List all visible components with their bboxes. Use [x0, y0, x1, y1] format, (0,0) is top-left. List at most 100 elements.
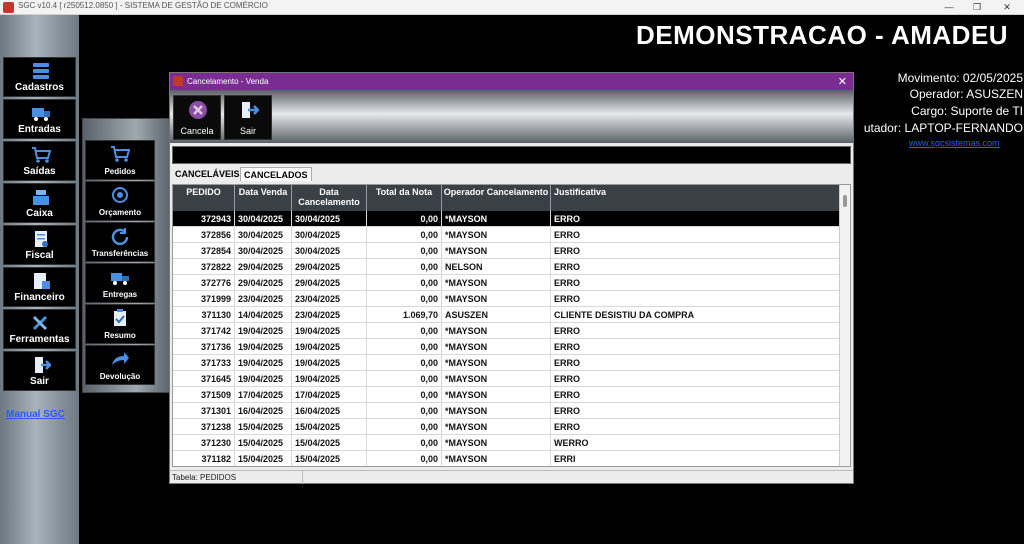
cell-operador: *MAYSON — [442, 419, 551, 435]
cell-pedido: 372822 — [173, 259, 235, 275]
cell-justificativa: ERRO — [551, 323, 840, 339]
manual-link[interactable]: Manual SGC — [6, 409, 65, 420]
cell-total: 0,00 — [367, 275, 442, 291]
dialog-close-button[interactable]: ✕ — [838, 75, 847, 88]
cell-data-cancelamento: 29/04/2025 — [292, 275, 367, 291]
finance-icon — [34, 273, 50, 289]
submenu-item-devolucao[interactable]: Devolução — [85, 345, 155, 385]
tab-cancelados[interactable]: CANCELADOS — [240, 167, 312, 181]
exit-door-icon — [242, 102, 259, 118]
table-row[interactable]: 371736 19/04/2025 19/04/2025 0,00 *MAYSON ERR… — [173, 339, 840, 355]
cell-justificativa: ERRO — [551, 243, 840, 259]
column-header-pedido[interactable]: PEDIDO — [173, 185, 235, 211]
table-row[interactable]: 372856 30/04/2025 30/04/2025 0,00 *MAYSON ERR… — [173, 227, 840, 243]
refresh-icon — [111, 228, 129, 245]
cell-justificativa: ERRO — [551, 339, 840, 355]
cell-data-venda: 15/04/2025 — [235, 451, 292, 466]
submenu-item-resumo[interactable]: Resumo — [85, 304, 155, 344]
sidebar-item-financeiro[interactable]: Financeiro — [3, 267, 76, 307]
table-row[interactable]: 371645 19/04/2025 19/04/2025 0,00 *MAYSON ERR… — [173, 371, 840, 387]
sidebar-item-ferramentas[interactable]: Ferramentas — [3, 309, 76, 349]
submenu-item-pedidos[interactable]: Pedidos — [85, 140, 155, 180]
table-row[interactable]: 372822 29/04/2025 29/04/2025 0,00 NELSON ERRO — [173, 259, 840, 275]
cell-operador: NELSON — [442, 259, 551, 275]
movimento-date: Movimento: 02/05/2025 — [897, 71, 1023, 85]
cancelled-orders-table: PEDIDO Data Venda Data Cancelamento Tota… — [172, 184, 851, 467]
sidebar-item-entradas[interactable]: Entradas — [3, 99, 76, 139]
cell-pedido: 371130 — [173, 307, 235, 323]
column-header-data-cancelamento[interactable]: Data Cancelamento — [292, 185, 367, 211]
table-row[interactable]: 371742 19/04/2025 19/04/2025 0,00 *MAYSON ERR… — [173, 323, 840, 339]
sidebar-item-sair[interactable]: Sair — [3, 351, 76, 391]
cell-data-venda: 19/04/2025 — [235, 371, 292, 387]
cell-pedido: 371238 — [173, 419, 235, 435]
sidebar-item-fiscal[interactable]: Fiscal — [3, 225, 76, 265]
cell-pedido: 372943 — [173, 211, 235, 227]
table-row[interactable]: 371230 15/04/2025 15/04/2025 0,00 *MAYSON WER… — [173, 435, 840, 451]
vertical-scrollbar[interactable] — [839, 185, 850, 466]
sidebar-item-label: Cadastros — [15, 82, 64, 93]
cell-operador: *MAYSON — [442, 211, 551, 227]
dialog-statusbar: Tabela: PEDIDOS — [170, 470, 853, 484]
table-row[interactable]: 371509 17/04/2025 17/04/2025 0,00 *MAYSON ERR… — [173, 387, 840, 403]
column-header-data-venda[interactable]: Data Venda — [235, 185, 292, 211]
table-row[interactable]: 371733 19/04/2025 19/04/2025 0,00 *MAYSON ERR… — [173, 355, 840, 371]
table-row[interactable]: 372854 30/04/2025 30/04/2025 0,00 *MAYSON ERR… — [173, 243, 840, 259]
sidebar-item-saidas[interactable]: Saídas — [3, 141, 76, 181]
submenu-item-entregas[interactable]: Entregas — [85, 263, 155, 303]
exit-dialog-button[interactable]: Sair — [224, 95, 272, 140]
cell-pedido: 371736 — [173, 339, 235, 355]
cell-total: 0,00 — [367, 227, 442, 243]
cell-total: 0,00 — [367, 451, 442, 466]
cell-data-cancelamento: 30/04/2025 — [292, 243, 367, 259]
cell-data-cancelamento: 23/04/2025 — [292, 291, 367, 307]
table-row[interactable]: 372776 29/04/2025 29/04/2025 0,00 *MAYSON ERR… — [173, 275, 840, 291]
window-titlebar: SGC v10.4 [ r250512.0850 ] - SISTEMA DE … — [0, 0, 1024, 15]
website-link[interactable]: www.sgcsistemas.com — [909, 138, 1000, 148]
cart-icon — [111, 146, 130, 162]
target-icon — [112, 187, 128, 203]
submenu-item-orcamento[interactable]: Orçamento — [85, 181, 155, 221]
cell-total: 0,00 — [367, 355, 442, 371]
cell-data-cancelamento: 29/04/2025 — [292, 259, 367, 275]
cell-data-cancelamento: 17/04/2025 — [292, 387, 367, 403]
cell-pedido: 371301 — [173, 403, 235, 419]
cell-pedido: 371742 — [173, 323, 235, 339]
cell-total: 0,00 — [367, 403, 442, 419]
exit-dialog-label: Sair — [239, 126, 256, 136]
cell-data-cancelamento: 30/04/2025 — [292, 227, 367, 243]
table-row[interactable]: 371130 14/04/2025 23/04/2025 1.069,70 ASUSZE… — [173, 307, 840, 323]
cell-total: 0,00 — [367, 259, 442, 275]
cell-total: 0,00 — [367, 387, 442, 403]
cell-data-venda: 30/04/2025 — [235, 211, 292, 227]
cell-data-venda: 30/04/2025 — [235, 227, 292, 243]
column-header-total[interactable]: Total da Nota — [367, 185, 442, 211]
close-window-button[interactable]: ✕ — [992, 0, 1022, 15]
cell-pedido: 371182 — [173, 451, 235, 466]
cart-icon — [32, 147, 51, 163]
status-separator — [302, 471, 303, 484]
sidebar-item-cadastros[interactable]: Cadastros — [3, 57, 76, 97]
cancel-sale-button[interactable]: Cancela — [173, 95, 221, 140]
table-row[interactable]: 371238 15/04/2025 15/04/2025 0,00 *MAYSON ERR… — [173, 419, 840, 435]
submenu-item-transferencias[interactable]: Transferências — [85, 222, 155, 262]
cancel-sale-label: Cancela — [180, 126, 214, 136]
minimize-button[interactable]: — — [934, 0, 964, 15]
sidebar-item-caixa[interactable]: Caixa — [3, 183, 76, 223]
tab-canceleaveis[interactable]: CANCELÁVEIS — [172, 167, 243, 181]
table-row[interactable]: 372943 30/04/2025 30/04/2025 0,00 *MAYSON ERR… — [173, 211, 840, 227]
dialog-titlebar: Cancelamento - Venda ✕ — [170, 73, 853, 90]
cell-data-venda: 17/04/2025 — [235, 387, 292, 403]
cell-justificativa: ERRO — [551, 387, 840, 403]
sidebar-item-label: Saídas — [23, 166, 56, 177]
cell-justificativa: ERRO — [551, 275, 840, 291]
column-header-justificativa[interactable]: Justificativa — [551, 185, 840, 211]
cell-data-venda: 14/04/2025 — [235, 307, 292, 323]
scrollbar-thumb[interactable] — [843, 195, 847, 207]
truck-icon — [32, 108, 50, 121]
column-header-operador[interactable]: Operador Cancelamento — [442, 185, 551, 211]
table-row[interactable]: 371301 16/04/2025 16/04/2025 0,00 *MAYSON ERR… — [173, 403, 840, 419]
table-row[interactable]: 371999 23/04/2025 23/04/2025 0,00 *MAYSON ERR… — [173, 291, 840, 307]
table-row[interactable]: 371182 15/04/2025 15/04/2025 0,00 *MAYSON ERR… — [173, 451, 840, 466]
maximize-button[interactable]: ❐ — [962, 0, 992, 15]
